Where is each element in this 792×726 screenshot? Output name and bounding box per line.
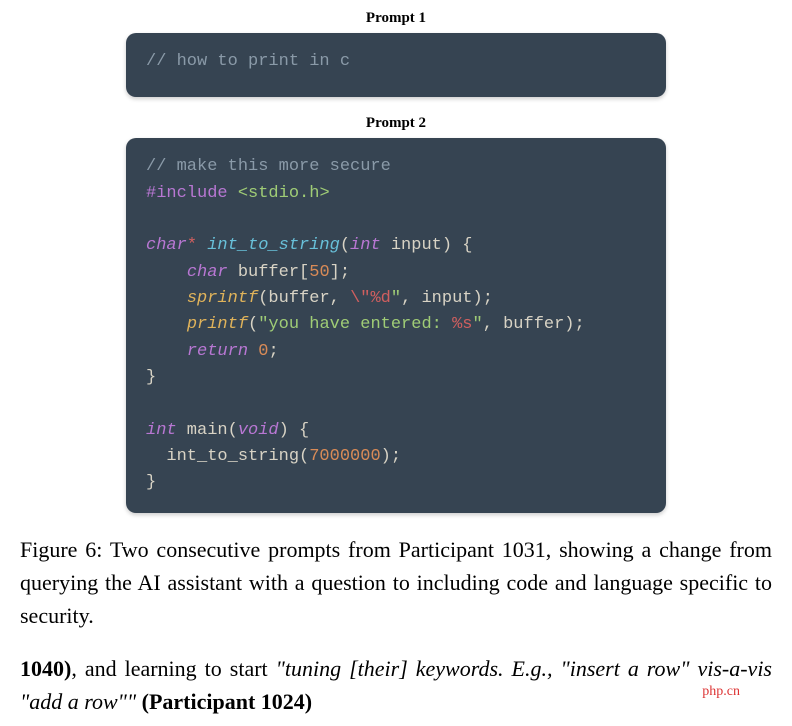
- code-line: }: [146, 470, 646, 496]
- code-line: int_to_string(7000000);: [146, 444, 646, 470]
- code-escape: \": [350, 289, 370, 308]
- code-punct: (buffer,: [258, 289, 350, 308]
- code-var: buffer[: [228, 263, 310, 282]
- code-keyword: return: [187, 342, 258, 361]
- code-punct: ) {: [442, 236, 473, 255]
- code-comment: // make this more secure: [146, 157, 391, 176]
- code-blank-line: [146, 207, 646, 233]
- code-param: input: [381, 236, 442, 255]
- code-type: int: [350, 236, 381, 255]
- body-text-span: , and learning to start: [71, 656, 275, 681]
- code-type: void: [238, 421, 279, 440]
- figure-caption: Figure 6: Two consecutive prompts from P…: [20, 533, 772, 632]
- code-type: char: [187, 263, 228, 282]
- code-line: char buffer[50];: [146, 260, 646, 286]
- code-preproc: #include: [146, 184, 238, 203]
- code-num: 7000000: [309, 447, 380, 466]
- code-type: char: [146, 236, 187, 255]
- code-funcname: int_to_string: [197, 236, 340, 255]
- code-call: sprintf: [187, 289, 258, 308]
- code-call: int_to_string: [166, 447, 299, 466]
- code-fmt: %s: [452, 315, 472, 334]
- code-funcname: main(: [177, 421, 238, 440]
- code-line: // how to print in c: [146, 49, 646, 75]
- code-comment: // how to print in c: [146, 52, 350, 71]
- code-line: // make this more secure: [146, 154, 646, 180]
- code-string: ": [472, 315, 482, 334]
- code-punct: (: [299, 447, 309, 466]
- watermark: php.cn: [698, 682, 744, 702]
- code-punct: ) {: [279, 421, 310, 440]
- code-punct: (: [248, 315, 258, 334]
- prompt-2-label: Prompt 2: [20, 115, 772, 132]
- code-punct: ;: [268, 342, 278, 361]
- code-string: ": [391, 289, 401, 308]
- code-indent: [146, 342, 187, 361]
- participant-ref: (Participant 1024): [142, 689, 312, 714]
- code-block-prompt-2: // make this more secure #include <stdio…: [126, 138, 666, 512]
- code-punct: , input);: [401, 289, 493, 308]
- code-call: printf: [187, 315, 248, 334]
- code-num: 50: [309, 263, 329, 282]
- code-string: <stdio.h>: [238, 184, 330, 203]
- code-punct: ];: [330, 263, 350, 282]
- code-brace: }: [146, 473, 156, 492]
- code-line: char* int_to_string(int input) {: [146, 233, 646, 259]
- code-star: *: [187, 236, 197, 255]
- code-punct: (: [340, 236, 350, 255]
- code-line: sprintf(buffer, \"%d", input);: [146, 286, 646, 312]
- code-punct: );: [381, 447, 401, 466]
- code-indent: [146, 263, 187, 282]
- code-brace: }: [146, 368, 156, 387]
- code-punct: , buffer);: [483, 315, 585, 334]
- code-fmt: %d: [370, 289, 390, 308]
- code-string: "you have entered:: [258, 315, 452, 334]
- code-line: #include <stdio.h>: [146, 181, 646, 207]
- code-indent: [146, 447, 166, 466]
- code-block-prompt-1: // how to print in c: [126, 33, 666, 97]
- code-line: int main(void) {: [146, 418, 646, 444]
- code-line: return 0;: [146, 339, 646, 365]
- code-type: int: [146, 421, 177, 440]
- code-line: printf("you have entered: %s", buffer);: [146, 312, 646, 338]
- code-indent: [146, 289, 187, 308]
- body-paragraph: 1040), and learning to start "tuning [th…: [20, 652, 772, 718]
- participant-ref: 1040): [20, 656, 71, 681]
- code-num: 0: [258, 342, 268, 361]
- code-line: }: [146, 365, 646, 391]
- code-blank-line: [146, 391, 646, 417]
- prompt-1-label: Prompt 1: [20, 10, 772, 27]
- code-indent: [146, 315, 187, 334]
